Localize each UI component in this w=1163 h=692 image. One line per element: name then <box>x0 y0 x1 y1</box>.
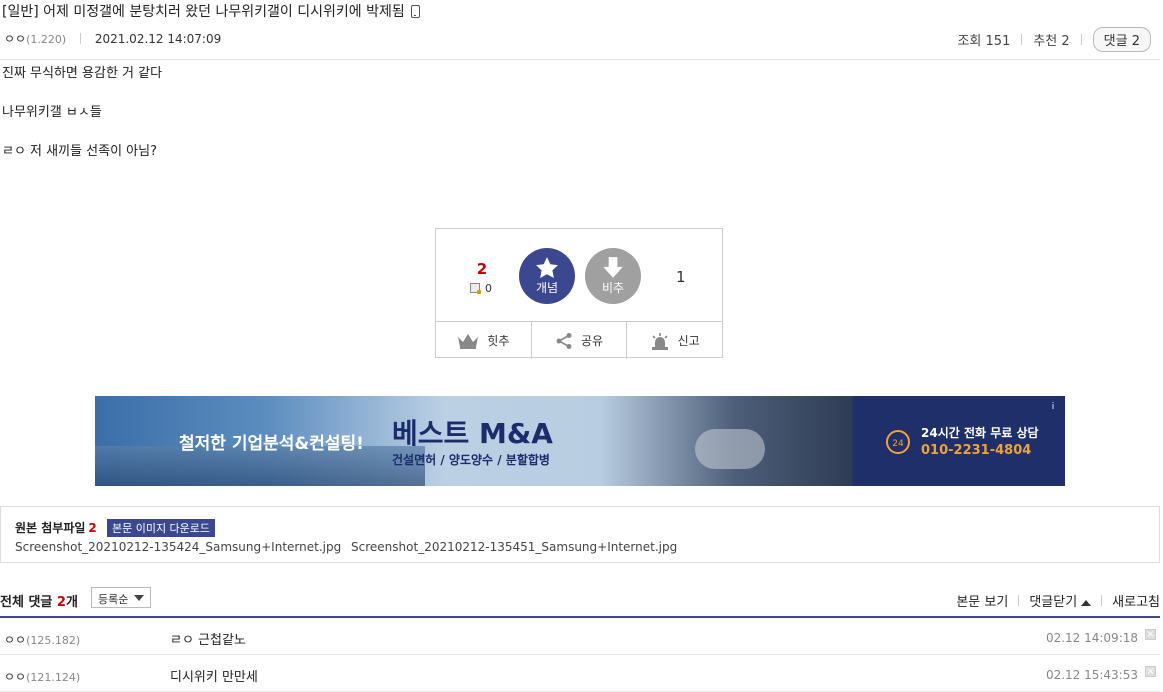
share-button[interactable]: 공유 <box>532 322 628 359</box>
hit-recommend-label: 힛추 <box>487 334 510 348</box>
separator <box>80 33 81 44</box>
post-writer: ㅇㅇ(1.220) 2021.02.12 14:07:09 <box>4 30 221 47</box>
ad-cta-phone: 010-2231-4804 <box>921 443 1032 458</box>
ad-cta-line1: 24시간 전화 무료 상담 <box>921 426 1039 440</box>
vote-box: 2 0 개념 비추 1 힛추 공유 신고 <box>435 228 723 359</box>
up-vote-count: 2 <box>476 260 488 278</box>
comment-row: ㅇㅇ(125.182) ㄹㅇ 근첩같노 02.12 14:09:18 × <box>0 618 1160 655</box>
downvote-label: 비추 <box>601 281 625 295</box>
mobile-icon <box>410 5 420 18</box>
separator <box>1021 34 1023 45</box>
post-date: 2021.02.12 14:07:09 <box>94 32 222 46</box>
separator <box>1018 595 1020 606</box>
content-line: ㄹㅇ 저 새끼들 선족이 아님? <box>2 144 157 159</box>
post-title-text: [일반] 어제 미정갤에 분탕치러 왔던 나무위키갤이 디시위키에 박제됨 <box>2 4 405 20</box>
downvote-button[interactable]: 비추 <box>585 248 641 304</box>
vote-actions: 힛추 공유 신고 <box>436 321 722 359</box>
content-line: 진짜 무식하면 용감한 거 같다 <box>2 66 163 81</box>
view-body-link[interactable]: 본문 보기 <box>956 591 1008 610</box>
comment-text: 디시위키 만만세 <box>170 670 258 685</box>
ad-cta-box: 24 24시간 전화 무료 상담 010-2231-4804 <box>859 396 1065 486</box>
fix-user-icon <box>470 283 481 294</box>
post-stats: 조회 151 추천 2 댓글 2 <box>957 27 1151 52</box>
upvote-label: 개념 <box>535 281 559 295</box>
hit-recommend-button[interactable]: 힛추 <box>436 322 532 359</box>
attachment-file-list: Screenshot_20210212-135424_Samsung+Inter… <box>15 540 683 554</box>
share-label: 공유 <box>580 334 604 348</box>
delete-comment-icon[interactable]: × <box>1145 629 1156 640</box>
comment-nick[interactable]: ㅇㅇ(121.124) <box>4 668 80 685</box>
upvote-button[interactable]: 개념 <box>519 248 575 304</box>
refresh-link[interactable]: 새로고침 <box>1112 591 1160 610</box>
down-vote-count: 1 <box>676 268 686 286</box>
comment-ip: (121.124) <box>26 671 81 684</box>
comment-nick-text: ㅇㅇ <box>4 633 27 647</box>
separator <box>1101 595 1103 606</box>
comments-controls: 본문 보기 댓글닫기 새로고침 <box>956 591 1160 610</box>
comment-nick[interactable]: ㅇㅇ(125.182) <box>4 631 80 648</box>
comments-total-prefix: 전체 댓글 <box>0 595 53 610</box>
chevron-down-icon <box>134 595 144 601</box>
caret-up-icon <box>1081 600 1092 606</box>
comments-header: 전체 댓글 2개 등록순 본문 보기 댓글닫기 새로고침 <box>0 586 1160 618</box>
close-comments-link[interactable]: 댓글닫기 <box>1029 591 1092 610</box>
ad-services: 건설면허 / 양도양수 / 분할합병 <box>392 453 550 467</box>
content-line: 나무위키갤 ㅂㅅ들 <box>2 105 102 120</box>
ad-tagline: 철저한 기업분석&컨설팅! <box>179 434 364 454</box>
attachment-file-link[interactable]: Screenshot_20210212-135424_Samsung+Inter… <box>15 540 341 554</box>
comment-nick-text: ㅇㅇ <box>4 670 27 684</box>
writer-ip: (1.220) <box>26 33 67 46</box>
comment-row: ㅇㅇ(121.124) 디시위키 만만세 02.12 15:43:53 × <box>0 655 1160 692</box>
crown-icon <box>458 333 479 349</box>
comments-total: 전체 댓글 2개 <box>0 591 78 610</box>
header-divider <box>0 59 1160 60</box>
down-arrow-icon <box>603 257 623 278</box>
ad-banner[interactable]: 철저한 기업분석&컨설팅! 베스트 M&A 건설면허 / 양도양수 / 분할합병… <box>95 396 1065 486</box>
post-content: 진짜 무식하면 용감한 거 같다 나무위키갤 ㅂㅅ들 ㄹㅇ 저 새끼들 선족이 … <box>2 64 162 181</box>
comment-sort-value: 등록순 <box>98 593 129 606</box>
handshake-image <box>695 429 765 469</box>
separator <box>1080 34 1082 45</box>
comments-total-count: 2 <box>56 595 66 610</box>
fix-vote-count: 0 <box>485 282 492 295</box>
vote-top: 2 0 개념 비추 1 <box>436 229 722 321</box>
comment-count-button[interactable]: 댓글 2 <box>1092 27 1151 52</box>
attachments-header: 원본 첨부파일 2 본문 이미지 다운로드 <box>15 519 216 537</box>
comments-total-suffix: 개 <box>65 595 78 610</box>
attachments-count: 2 <box>88 521 97 535</box>
svg-text:24: 24 <box>892 439 904 449</box>
share-icon <box>556 332 572 349</box>
writer-nick[interactable]: ㅇㅇ <box>4 32 26 46</box>
ad-info-icon[interactable]: i <box>1047 401 1059 413</box>
comment-text: ㄹㅇ 근첩같노 <box>170 633 246 648</box>
post-title: [일반] 어제 미정갤에 분탕치러 왔던 나무위키갤이 디시위키에 박제됨 <box>2 1 420 21</box>
close-comments-label: 댓글닫기 <box>1029 595 1078 610</box>
fix-vote-row: 0 <box>470 282 492 295</box>
report-label: 신고 <box>677 334 700 348</box>
comment-date: 02.12 15:43:53 <box>1045 668 1138 682</box>
download-images-button[interactable]: 본문 이미지 다운로드 <box>106 519 216 537</box>
attachments-box: 원본 첨부파일 2 본문 이미지 다운로드 Screenshot_20210212… <box>0 506 1160 563</box>
ad-brand: 베스트 M&A <box>392 417 553 450</box>
view-count: 조회 151 <box>957 34 1011 49</box>
report-button[interactable]: 신고 <box>627 322 722 359</box>
phone-24h-icon: 24 <box>886 430 910 454</box>
attachment-file-link[interactable]: Screenshot_20210212-135451_Samsung+Inter… <box>351 540 677 554</box>
comment-ip: (125.182) <box>26 634 81 647</box>
recommend-count: 추천 2 <box>1033 34 1070 49</box>
attachments-label: 원본 첨부파일 <box>15 521 86 535</box>
siren-icon <box>651 332 668 350</box>
comment-date: 02.12 14:09:18 <box>1045 631 1138 645</box>
star-icon <box>536 257 558 278</box>
delete-comment-icon[interactable]: × <box>1145 666 1156 677</box>
comment-sort-select[interactable]: 등록순 <box>91 587 151 608</box>
